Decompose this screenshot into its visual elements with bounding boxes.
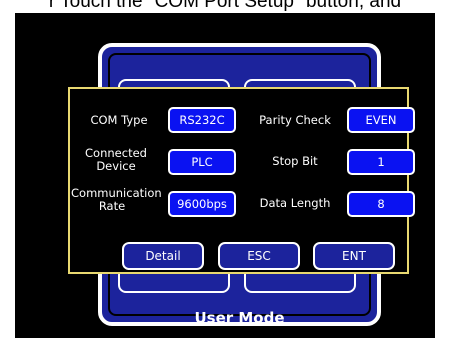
parity-check-value-button[interactable]: EVEN <box>347 107 415 133</box>
esc-button[interactable]: ESC <box>218 242 300 270</box>
stop-bit-label: Stop Bit <box>272 154 318 168</box>
com-type-label: COM Type <box>90 113 148 127</box>
parity-check-label: Parity Check <box>259 113 331 127</box>
data-length-value-button[interactable]: 8 <box>347 191 415 217</box>
communication-rate-label: Communication Rate <box>71 186 162 213</box>
communication-rate-value-button[interactable]: 9600bps <box>168 191 236 217</box>
data-length-label: Data Length <box>259 196 331 210</box>
com-type-value-button[interactable]: RS232C <box>168 107 236 133</box>
stop-bit-value-button[interactable]: 1 <box>347 149 415 175</box>
hmi-screen: User Mode COM Type RS232C Parity Check E… <box>15 13 435 338</box>
ent-button[interactable]: ENT <box>313 242 395 270</box>
connected-device-label: Connected Device <box>85 146 147 173</box>
detail-button[interactable]: Detail <box>122 242 204 270</box>
com-port-setup-dialog: COM Type RS232C Parity Check EVEN Connec… <box>68 87 415 274</box>
user-mode-label: User Mode <box>194 309 285 327</box>
connected-device-value-button[interactable]: PLC <box>168 149 236 175</box>
instruction-caption: r Touch the "COM Port Setup" button, and <box>48 0 402 12</box>
